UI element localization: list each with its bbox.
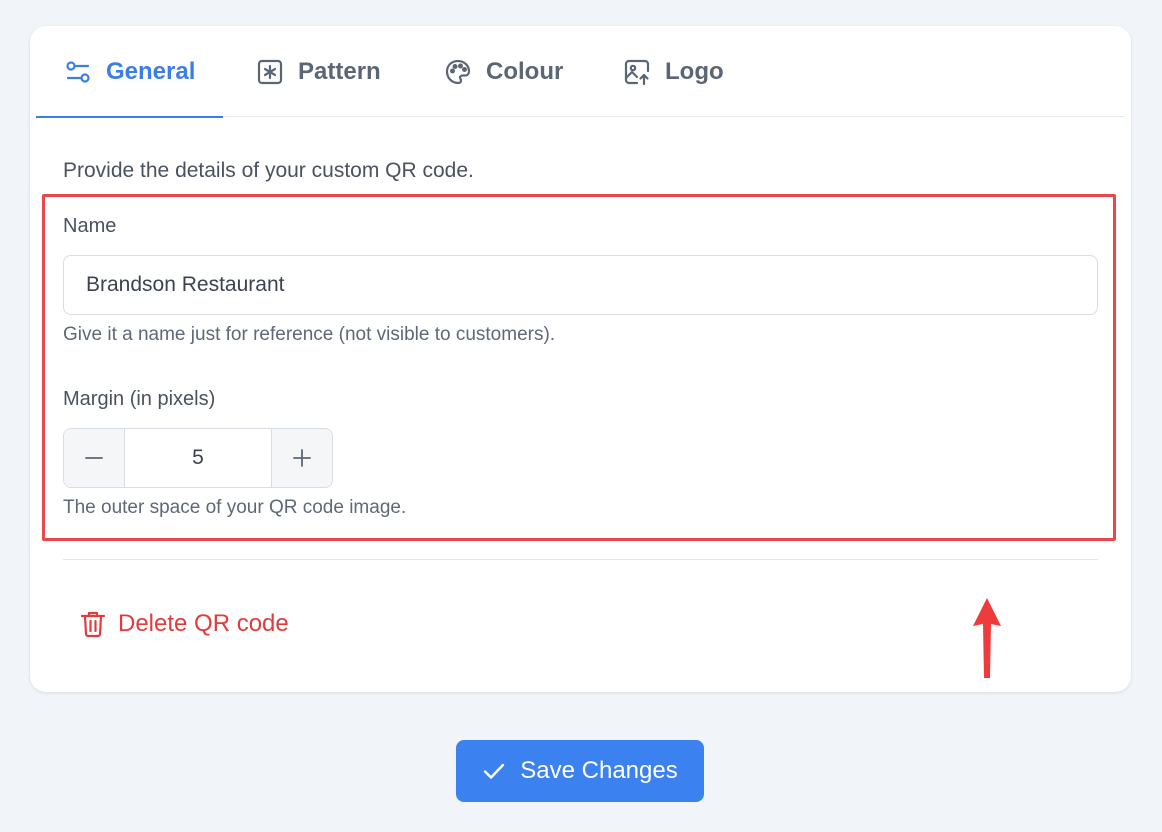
form-intro-text: Provide the details of your custom QR co… <box>63 159 474 182</box>
name-input[interactable] <box>63 255 1098 315</box>
name-help-text: Give it a name just for reference (not v… <box>63 324 556 345</box>
minus-icon <box>85 457 103 459</box>
increment-button[interactable] <box>272 429 332 487</box>
save-label: Save Changes <box>520 757 678 784</box>
asterisk-square-icon <box>257 59 283 84</box>
margin-value-input[interactable]: 5 <box>124 429 272 487</box>
tab-bar: General Pattern Colour Logo <box>35 26 1125 118</box>
delete-label: Delete QR code <box>118 610 289 637</box>
qr-settings-card: General Pattern Colour Logo Provide the … <box>30 26 1131 692</box>
tab-label: General <box>106 57 196 85</box>
margin-label: Margin (in pixels) <box>63 388 216 410</box>
plus-icon <box>293 449 311 467</box>
tab-general[interactable]: General <box>35 26 224 118</box>
arrow-up-icon <box>973 598 1001 678</box>
margin-help-text: The outer space of your QR code image. <box>63 497 407 518</box>
sliders-icon <box>66 60 90 83</box>
decrement-button[interactable] <box>64 429 124 487</box>
tab-colour[interactable]: Colour <box>444 26 563 117</box>
tab-pattern[interactable]: Pattern <box>256 26 381 117</box>
palette-icon <box>445 59 471 84</box>
tab-label: Colour <box>486 57 564 85</box>
margin-stepper: 5 <box>63 428 333 488</box>
check-icon <box>484 763 505 779</box>
trash-icon <box>80 611 106 638</box>
tab-logo[interactable]: Logo <box>623 26 724 117</box>
highlight-box <box>42 194 1116 541</box>
divider <box>63 559 1098 560</box>
name-label: Name <box>63 215 117 237</box>
delete-qr-code-button[interactable]: Delete QR code <box>80 610 289 638</box>
save-changes-button[interactable]: Save Changes <box>456 740 704 802</box>
image-upload-icon <box>624 59 650 85</box>
tab-label: Pattern <box>298 57 381 85</box>
tab-label: Logo <box>665 57 724 85</box>
